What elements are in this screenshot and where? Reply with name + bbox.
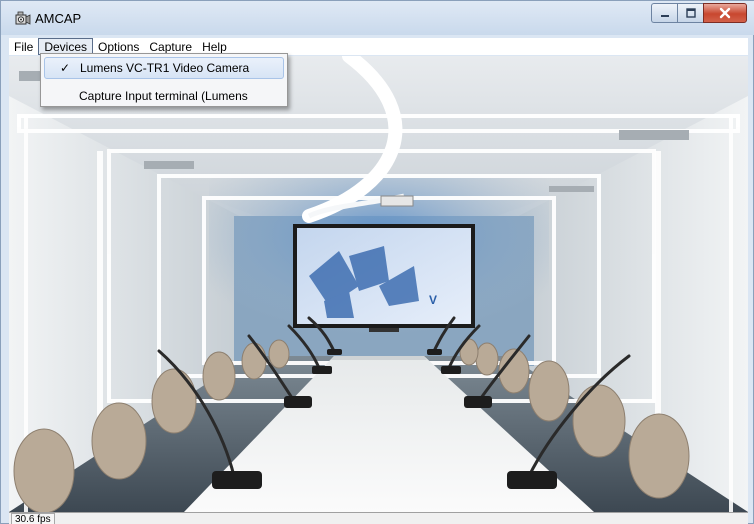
status-bar: 30.6 fps: [9, 512, 748, 524]
conference-room-video-frame: V: [9, 56, 748, 512]
close-icon: [719, 7, 731, 19]
checkmark-icon: ✓: [59, 61, 71, 75]
menu-item-lumens-camera[interactable]: ✓ Lumens VC-TR1 Video Camera: [44, 57, 284, 79]
menu-item-label: Capture Input terminal (Lumens: [79, 89, 248, 103]
window-controls: [651, 3, 747, 23]
menu-item-capture-input-terminal[interactable]: Capture Input terminal (Lumens: [44, 85, 284, 107]
menu-item-label: Lumens VC-TR1 Video Camera: [80, 61, 250, 75]
title-bar[interactable]: AMCAP: [1, 1, 754, 35]
svg-text:V: V: [429, 293, 437, 307]
minimize-button[interactable]: [651, 3, 677, 23]
amcap-window: AMCAP File Devices Options Capture Help: [0, 0, 754, 524]
window-title: AMCAP: [35, 11, 82, 26]
maximize-button[interactable]: [677, 3, 703, 23]
webcam-app-icon: [15, 11, 31, 25]
minimize-icon: [660, 15, 669, 17]
close-button[interactable]: [703, 3, 747, 23]
video-preview: V: [9, 56, 748, 512]
devices-dropdown-menu: ✓ Lumens VC-TR1 Video Camera Capture Inp…: [40, 53, 288, 107]
maximize-icon: [685, 8, 696, 18]
menu-file[interactable]: File: [9, 38, 38, 55]
fps-readout: 30.6 fps: [11, 513, 55, 524]
